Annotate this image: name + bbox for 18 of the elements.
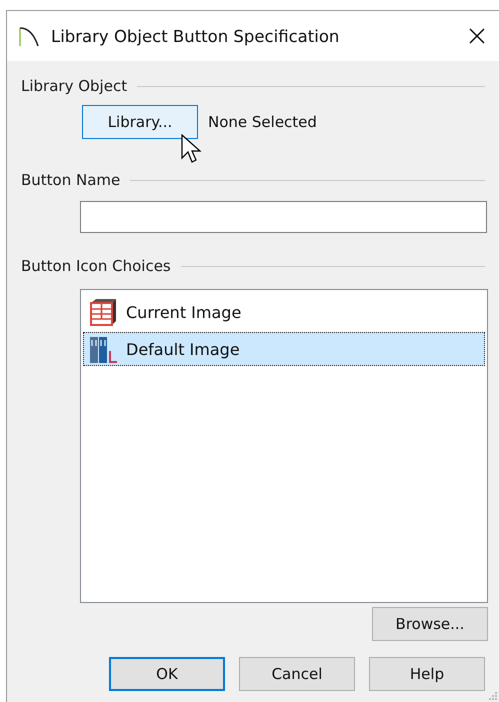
library-button[interactable]: Library...: [82, 105, 198, 139]
button-name-field[interactable]: [80, 201, 487, 233]
close-icon: [469, 28, 485, 44]
mouse-pointer-icon: [181, 134, 203, 164]
dialog-button[interactable]: Help: [369, 657, 485, 691]
group-label: Button Name: [21, 171, 120, 189]
dialog-button[interactable]: OK: [109, 657, 225, 691]
selection-status: None Selected: [208, 113, 317, 131]
shelf-icon: [88, 334, 118, 364]
resize-grip-icon: [488, 691, 498, 701]
icon-choice-item[interactable]: Current Image: [83, 295, 485, 329]
browse-button[interactable]: Browse...: [372, 607, 488, 641]
cabinet-icon: [88, 298, 118, 326]
group-label: Library Object: [21, 77, 128, 95]
group-label: Button Icon Choices: [21, 257, 171, 275]
icon-choice-item[interactable]: Default Image: [83, 332, 485, 366]
dialog-button[interactable]: Cancel: [239, 657, 355, 691]
window-title: Library Object Button Specification: [51, 26, 340, 46]
